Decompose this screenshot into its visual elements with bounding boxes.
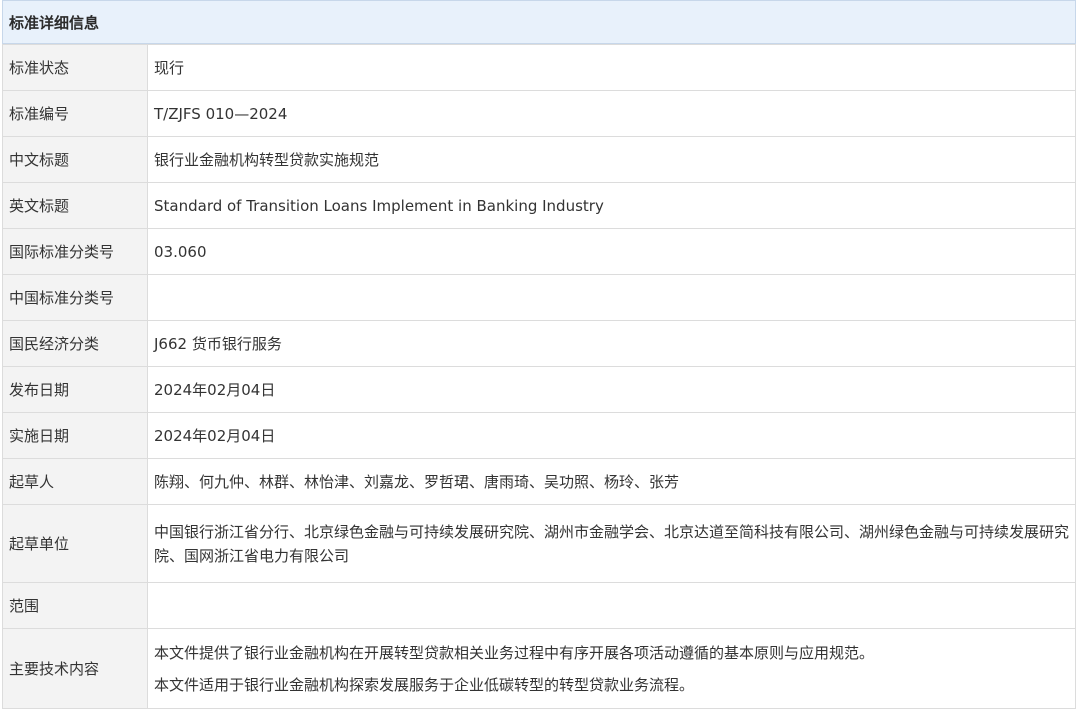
table-row-drafting-units: 起草单位 中国银行浙江省分行、北京绿色金融与可持续发展研究院、湖州市金融学会、北… [2,504,1076,583]
table-row-english-title: 英文标题 Standard of Transition Loans Implem… [2,182,1076,229]
table-row-chinese-title: 中文标题 银行业金融机构转型贷款实施规范 [2,136,1076,183]
standard-detail-table: 标准状态 现行 标准编号 T/ZJFS 010—2024 中文标题 银行业金融机… [2,44,1076,709]
table-row-status: 标准状态 现行 [2,44,1076,91]
content-paragraph: 本文件提供了银行业金融机构在开展转型贷款相关业务过程中有序开展各项活动遵循的基本… [154,643,875,662]
table-row-standard-number: 标准编号 T/ZJFS 010—2024 [2,90,1076,137]
row-label: 中国标准分类号 [2,274,148,321]
row-value: 03.060 [147,228,1076,275]
row-label: 国民经济分类 [2,320,148,367]
row-value: 中国银行浙江省分行、北京绿色金融与可持续发展研究院、湖州市金融学会、北京达道至简… [147,504,1076,583]
row-label: 实施日期 [2,412,148,459]
table-row-economic-classification: 国民经济分类 J662 货币银行服务 [2,320,1076,367]
table-row-implement-date: 实施日期 2024年02月04日 [2,412,1076,459]
row-value: 本文件提供了银行业金融机构在开展转型贷款相关业务过程中有序开展各项活动遵循的基本… [147,628,1076,709]
panel-title: 标准详细信息 [2,0,1076,44]
row-label: 英文标题 [2,182,148,229]
row-label: 起草单位 [2,504,148,583]
row-label: 中文标题 [2,136,148,183]
row-value: 2024年02月04日 [147,412,1076,459]
table-row-publish-date: 发布日期 2024年02月04日 [2,366,1076,413]
row-value: J662 货币银行服务 [147,320,1076,367]
row-value [147,274,1076,321]
content-paragraph: 本文件适用于银行业金融机构探索发展服务于企业低碳转型的转型贷款业务流程。 [154,675,695,694]
table-row-ccs: 中国标准分类号 [2,274,1076,321]
row-label: 范围 [2,582,148,629]
row-value: T/ZJFS 010—2024 [147,90,1076,137]
table-row-ics: 国际标准分类号 03.060 [2,228,1076,275]
row-label: 标准编号 [2,90,148,137]
row-value: 银行业金融机构转型贷款实施规范 [147,136,1076,183]
row-label: 起草人 [2,458,148,505]
standard-detail-panel: 标准详细信息 标准状态 现行 标准编号 T/ZJFS 010—2024 中文标题… [2,0,1076,709]
table-row-main-technical-content: 主要技术内容 本文件提供了银行业金融机构在开展转型贷款相关业务过程中有序开展各项… [2,628,1076,709]
row-value: Standard of Transition Loans Implement i… [147,182,1076,229]
table-row-scope: 范围 [2,582,1076,629]
table-row-drafters: 起草人 陈翔、何九仲、林群、林怡津、刘嘉龙、罗哲珺、唐雨琦、吴功照、杨玲、张芳 [2,458,1076,505]
row-label: 发布日期 [2,366,148,413]
row-value: 陈翔、何九仲、林群、林怡津、刘嘉龙、罗哲珺、唐雨琦、吴功照、杨玲、张芳 [147,458,1076,505]
row-value: 2024年02月04日 [147,366,1076,413]
row-label: 主要技术内容 [2,628,148,709]
row-value: 现行 [147,44,1076,91]
row-label: 标准状态 [2,44,148,91]
row-value [147,582,1076,629]
row-label: 国际标准分类号 [2,228,148,275]
